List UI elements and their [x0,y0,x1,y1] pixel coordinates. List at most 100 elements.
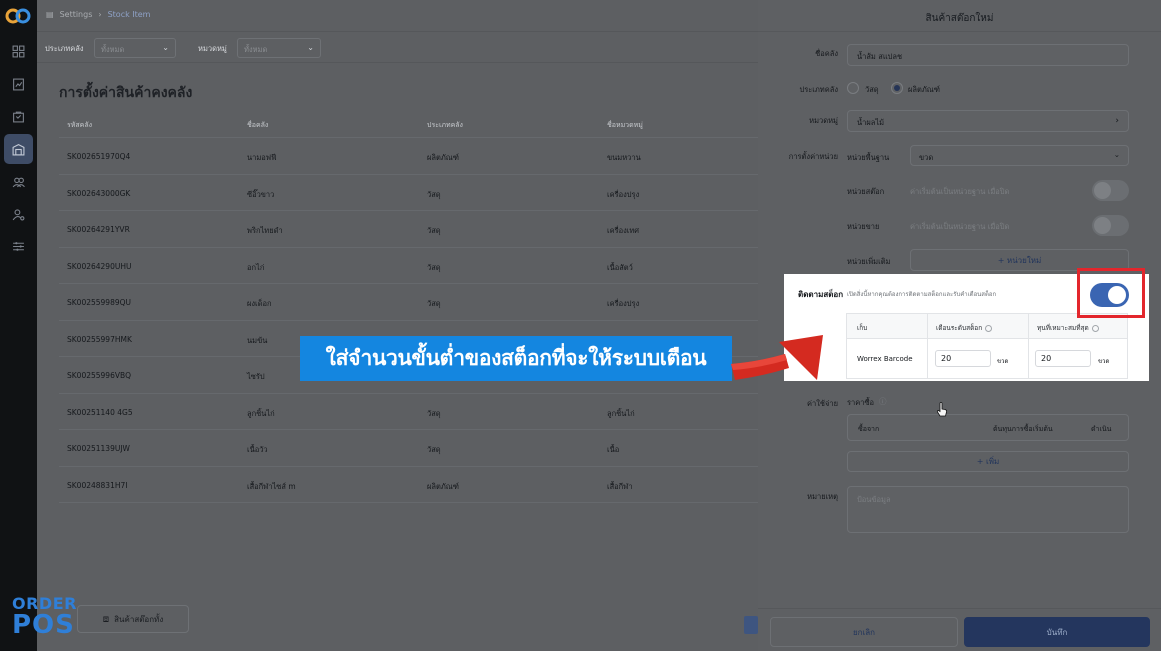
table-row[interactable]: SK002559989QU ผงเด็อก วัสดุ เครื่องปรุง [59,284,759,321]
table-cell: SK00264290UHU [67,261,132,271]
name-input[interactable]: น้ำส้ม สแปลช [847,44,1129,66]
sale-unit-label: หน่วยขาย [847,222,880,231]
filter-category-label: หมวดหมู่ [198,44,227,53]
filter-category-select[interactable]: ทั้งหมด ⌄ [237,38,321,58]
type-radio-product[interactable] [891,82,903,94]
table-cell: พริกไทยดำ [247,226,283,235]
table-row[interactable]: SK002643000GK ซีอิ๊วขาว วัสดุ เครื่องปรุง [59,175,759,211]
base-unit-select[interactable]: ขวด ⌄ [910,145,1129,166]
sale-unit-hint: ค่าเริ่มต้นเป็นหน่วยฐาน เมื่อปิด [910,222,1010,231]
save-button-label: บันทึก [1046,627,1068,637]
breadcrumb-separator: › [98,10,102,19]
table-row[interactable]: SK00251140 4G5 ลูกชิ้นไก่ วัสดุ ลูกชิ้นไก่ [59,394,759,430]
add-cost-button[interactable]: + เพิ่ม [847,451,1129,472]
col-optimal: ทุนที่เหมาะสมที่สุด [1037,324,1089,332]
cost-col-action: ดำเนิน [1091,425,1112,433]
name-value: น้ำส้ม สแปลช [857,52,903,61]
col-store: เก็บ [857,324,868,332]
nav-dashboard[interactable] [4,36,33,66]
bag-icon [13,111,24,122]
note-textarea[interactable]: ป้อนข้อมูล [847,486,1129,533]
table-header: รหัสคลัง ชื่อคลัง ประเภทคลัง ชื่อหมวดหมู… [59,110,759,138]
table-cell: ขนมหวาน [607,153,641,162]
alert-level-input[interactable]: 20 [935,350,991,367]
table-cell: ผลิตภัณฑ์ [427,153,459,162]
nav-report[interactable] [4,69,33,99]
breadcrumb-root[interactable]: Settings [60,10,93,19]
table-cell: SK002559989QU [67,298,132,307]
info-icon: ⓘ [879,397,887,406]
sale-unit-toggle[interactable] [1092,215,1129,236]
table-row[interactable]: SK00248831H7I เสื้อกีฬาไซส์ m ผลิตภัณฑ์ เสื… [59,467,759,503]
column-divider [927,314,928,378]
primary-button-edge[interactable] [744,616,758,634]
table-row[interactable]: SK002651970Q4 นามอฟฟี ผลิตภัณฑ์ ขนมหวาน [59,138,759,175]
table-cell: เนื้อวัว [247,445,268,454]
table-cell: วัสดุ [427,408,441,418]
all-stock-button[interactable]: ⧈ สินค้าสต๊อกทั้ง [77,605,189,633]
stock-unit-hint: ค่าเริ่มต้นเป็นหน่วยฐาน เมื่อปิด [910,187,1010,196]
column-header: ชื่อคลัง [247,121,269,129]
nav-warehouse[interactable] [4,134,33,164]
all-stock-button-label: สินค้าสต๊อกทั้ง [114,614,164,624]
table-cell: ลูกชิ้นไก่ [607,408,635,418]
type-radio-material[interactable] [847,82,859,94]
table-cell: เครื่องปรุง [607,299,640,308]
table-cell: นมข้น [247,335,268,345]
table-cell: วัสดุ [427,445,441,454]
table-row[interactable]: SK00264290UHU อกไก่ วัสดุ เนื้อสัตว์ [59,248,759,284]
hand-cursor-icon [936,402,947,417]
logo-icon [5,8,31,24]
store-name: Worrex Barcode [857,355,913,363]
table-cell: SK002651970Q4 [67,152,131,161]
add-cost-button-label: + เพิ่ม [976,457,1000,466]
save-button[interactable]: บันทึก [964,617,1150,647]
category-select[interactable]: น้ำผลไม้ › [847,110,1129,132]
purchase-price-label: ราคาซื้อ [847,398,875,407]
column-header: ประเภทคลัง [427,121,463,129]
base-unit-value: ขวด [919,153,934,162]
brand-logo: ORDER POS [12,595,82,643]
filter-type-label: ประเภทคลัง [45,44,84,53]
table-cell: วัสดุ [427,226,441,235]
cost-col-supplier: ซื้อจาก [858,425,880,433]
table-cell: ไซรัป [247,372,265,381]
table-cell: เนื้อสัตว์ [607,262,633,272]
type-label: ประเภทคลัง [799,85,838,94]
page-title: การตั้งค่าสินค้าคงคลัง [59,85,193,101]
chevron-down-icon: ⌄ [162,43,169,52]
table-row[interactable]: SK00264291YVR พริกไทยดำ วัสดุ เครื่องเทศ [59,211,759,248]
table-cell: ผงเด็อก [247,299,272,308]
cost-col-initial: ต้นทุนการซื้อเริ่มต้น [993,425,1053,433]
type-option-material: วัสดุ [865,85,879,94]
cancel-button-label: ยกเลิก [852,627,875,637]
chevron-down-icon: ⌄ [307,43,314,52]
category-label: หมวดหมู่ [809,116,838,125]
cancel-button[interactable]: ยกเลิก [770,617,958,647]
nav-users[interactable] [4,167,33,197]
stock-unit-label: หน่วยสต๊อก [847,187,885,196]
help-icon [985,324,993,332]
sliders-icon [13,241,24,251]
table-cell: SK002643000GK [67,188,131,198]
stock-unit-toggle[interactable] [1092,180,1129,201]
table-cell: วัสดุ [427,262,441,272]
stock-tracking-label: ติดตามสต็อก [798,290,844,299]
column-header: รหัสคลัง [67,121,93,129]
report-icon [13,78,24,90]
stock-tracking-description: เปิดสิ่งนี้หากคุณต้องการติดตามสต็อกและรั… [847,291,997,298]
optimal-level-input[interactable]: 20 [1035,350,1091,367]
table-cell: SK00248831H7I [67,480,128,490]
table-row[interactable]: SK00251139UJW เนื้อวัว วัสดุ เนื้อ [59,430,759,467]
name-label: ชื่อคลัง [815,49,838,58]
column-divider [1028,314,1029,378]
instruction-banner: ใส่จำนวนขั้นต่ำของสต็อกที่จะให้ระบบเตือน [300,336,732,381]
stock-tracking-table: เก็บ เตือนระดับสต็อก ทุนที่เหมาะสมที่สุด… [846,313,1128,379]
nav-user-settings[interactable] [4,199,33,229]
table-cell: เนื้อ [607,445,620,454]
note-placeholder: ป้อนข้อมูล [857,495,891,504]
type-option-product: ผลิตภัณฑ์ [908,85,940,94]
filter-type-select[interactable]: ทั้งหมด ⌄ [94,38,176,58]
nav-orders[interactable] [4,101,33,131]
nav-settings[interactable] [4,231,33,261]
